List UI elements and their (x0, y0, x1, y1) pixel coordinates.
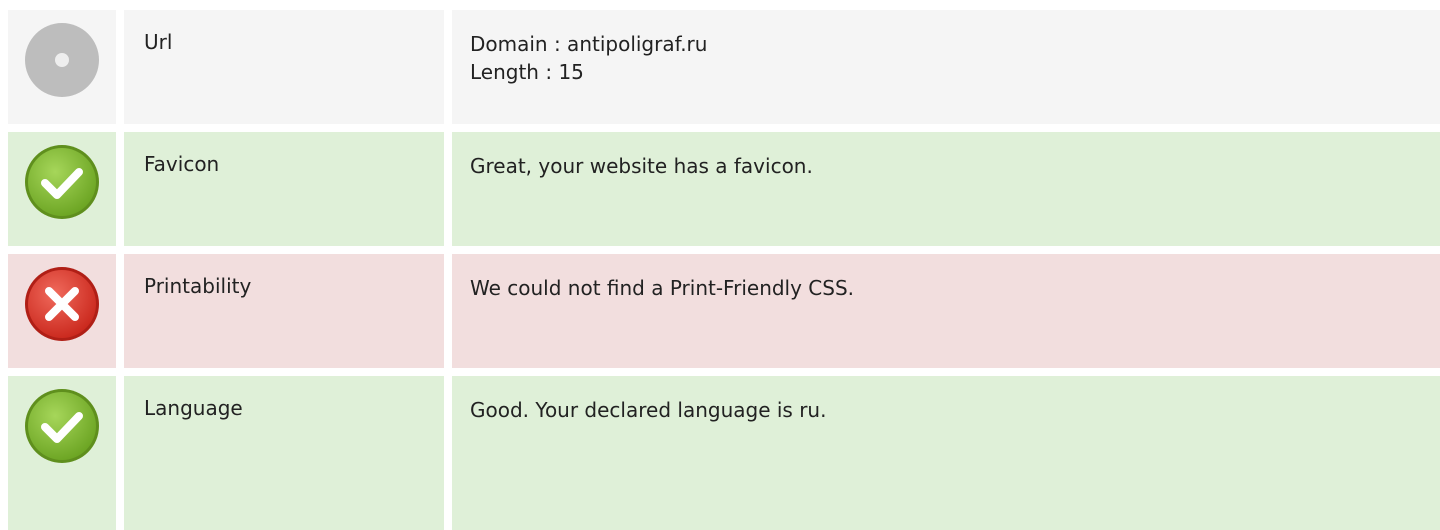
row-label: Favicon (124, 132, 444, 246)
status-cell (8, 132, 116, 246)
report-row-favicon: Favicon Great, your website has a favico… (8, 132, 1440, 246)
length-value: Length : 15 (470, 60, 584, 84)
check-circle-icon (25, 389, 99, 463)
check-circle-icon (25, 145, 99, 219)
status-cell (8, 10, 116, 124)
row-value: Great, your website has a favicon. (452, 132, 1440, 246)
row-value: Domain : antipoligraf.ru Length : 15 (452, 10, 1440, 124)
seo-report-table: Url Domain : antipoligraf.ru Length : 15 (0, 0, 1440, 530)
favicon-message: Great, your website has a favicon. (470, 154, 813, 178)
row-label: Printability (124, 254, 444, 368)
report-row-printability: Printability We could not find a Print-F… (8, 254, 1440, 368)
row-value: We could not find a Print-Friendly CSS. (452, 254, 1440, 368)
status-cell (8, 376, 116, 530)
row-label-text: Printability (144, 274, 252, 298)
row-label-text: Language (144, 396, 243, 420)
row-label-text: Url (144, 30, 173, 54)
report-row-language: Language Good. Your declared language is… (8, 376, 1440, 530)
neutral-dot-icon (25, 23, 99, 97)
x-circle-icon (25, 267, 99, 341)
report-row-url: Url Domain : antipoligraf.ru Length : 15 (8, 10, 1440, 124)
row-value: Good. Your declared language is ru. (452, 376, 1440, 530)
language-message: Good. Your declared language is ru. (470, 398, 827, 422)
row-label-text: Favicon (144, 152, 220, 176)
status-cell (8, 254, 116, 368)
row-label: Language (124, 376, 444, 530)
printability-message: We could not find a Print-Friendly CSS. (470, 276, 855, 300)
domain-value: Domain : antipoligraf.ru (470, 32, 708, 56)
row-label: Url (124, 10, 444, 124)
